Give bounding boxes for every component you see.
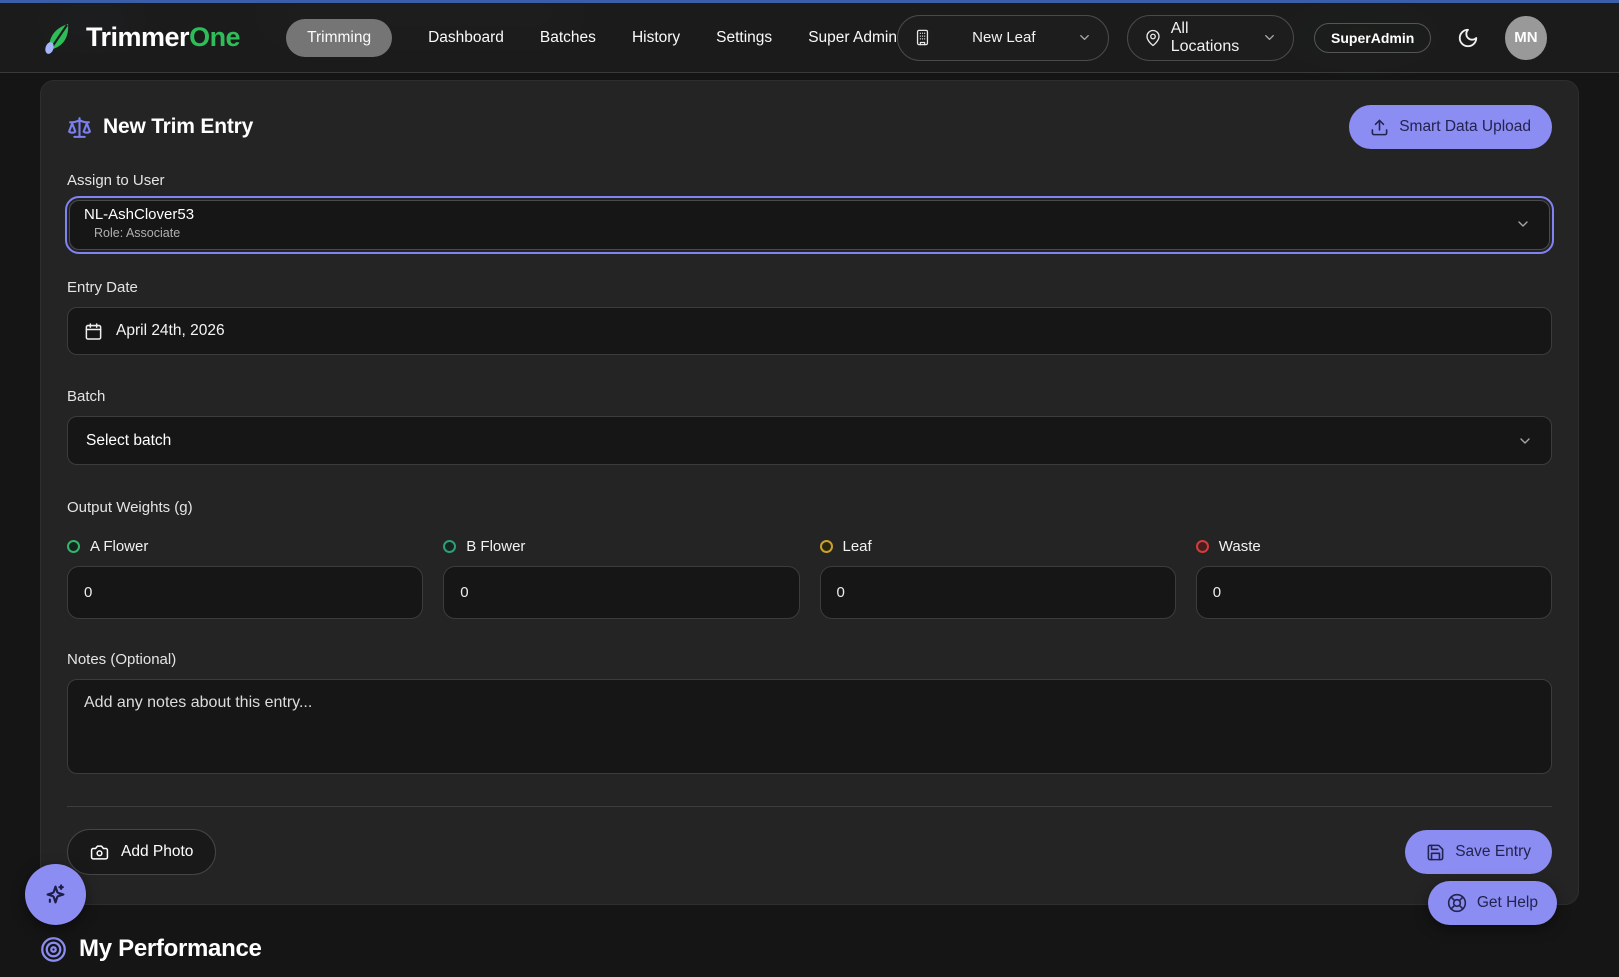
camera-icon xyxy=(90,843,109,862)
leaf-input[interactable] xyxy=(820,566,1176,619)
batch-label: Batch xyxy=(67,388,1552,405)
a-flower-label: A Flower xyxy=(90,538,148,555)
facility-select[interactable]: New Leaf xyxy=(897,15,1109,61)
save-icon xyxy=(1426,843,1445,862)
target-icon xyxy=(40,936,67,963)
facility-select-value: New Leaf xyxy=(931,29,1077,46)
upload-icon xyxy=(1370,118,1389,137)
weight-column-a-flower: A Flower xyxy=(67,538,423,619)
output-weights-grid: A Flower B Flower Leaf Waste xyxy=(67,538,1552,619)
assign-to-user-role: Role: Associate xyxy=(94,226,194,242)
weight-column-leaf: Leaf xyxy=(820,538,1176,619)
nav-item-super-admin[interactable]: Super Admin xyxy=(808,29,897,47)
role-badge: SuperAdmin xyxy=(1314,23,1431,53)
dark-mode-toggle[interactable] xyxy=(1457,27,1479,49)
entry-date-value: April 24th, 2026 xyxy=(116,322,225,340)
location-select-value: All Locations xyxy=(1171,20,1253,56)
save-entry-button[interactable]: Save Entry xyxy=(1405,830,1552,874)
calendar-icon xyxy=(84,322,103,341)
a-flower-input[interactable] xyxy=(67,566,423,619)
waste-dot-icon xyxy=(1196,540,1209,553)
building-icon xyxy=(914,29,931,46)
user-avatar[interactable]: MN xyxy=(1505,16,1546,60)
my-performance-section: My Performance xyxy=(40,935,1579,963)
brand-logo[interactable]: TrimmerOne xyxy=(40,19,240,57)
sparkles-icon xyxy=(42,881,69,908)
a-flower-dot-icon xyxy=(67,540,80,553)
waste-label: Waste xyxy=(1219,538,1261,555)
assign-to-user-label: Assign to User xyxy=(67,172,1552,189)
assign-to-user-select[interactable]: NL-AshClover53 Role: Associate xyxy=(69,200,1550,250)
leaf-logo-icon xyxy=(40,19,78,57)
ai-assistant-fab[interactable] xyxy=(25,864,86,925)
chevron-down-icon xyxy=(1077,30,1092,45)
my-performance-title: My Performance xyxy=(79,935,262,963)
batch-select-placeholder: Select batch xyxy=(86,432,171,450)
nav-item-batches[interactable]: Batches xyxy=(540,29,596,47)
scales-icon xyxy=(67,115,92,140)
footer-divider xyxy=(67,806,1552,807)
waste-input[interactable] xyxy=(1196,566,1552,619)
notes-textarea[interactable] xyxy=(67,679,1552,774)
output-weights-label: Output Weights (g) xyxy=(67,499,1552,516)
map-pin-icon xyxy=(1144,29,1162,47)
navbar: TrimmerOne Trimming Dashboard Batches Hi… xyxy=(0,0,1619,73)
nav-item-trimming[interactable]: Trimming xyxy=(286,19,392,57)
brand-name: TrimmerOne xyxy=(86,22,240,53)
navbar-right: New Leaf All Locations SuperAdmin xyxy=(897,15,1547,61)
b-flower-dot-icon xyxy=(443,540,456,553)
get-help-button[interactable]: Get Help xyxy=(1428,881,1557,925)
top-accent-bar xyxy=(0,0,1619,3)
location-select[interactable]: All Locations xyxy=(1127,15,1294,61)
add-photo-button[interactable]: Add Photo xyxy=(67,829,216,875)
entry-date-field[interactable]: April 24th, 2026 xyxy=(67,307,1552,355)
page-title: New Trim Entry xyxy=(103,115,253,139)
nav-item-history[interactable]: History xyxy=(632,29,680,47)
leaf-label: Leaf xyxy=(843,538,872,555)
lifebuoy-icon xyxy=(1447,893,1467,913)
leaf-dot-icon xyxy=(820,540,833,553)
nav-item-dashboard[interactable]: Dashboard xyxy=(428,29,504,47)
assign-to-user-value: NL-AshClover53 xyxy=(84,206,194,225)
b-flower-label: B Flower xyxy=(466,538,525,555)
chevron-down-icon xyxy=(1262,30,1277,45)
entry-date-label: Entry Date xyxy=(67,279,1552,296)
moon-icon xyxy=(1457,27,1479,49)
new-trim-entry-card: New Trim Entry Smart Data Upload Assign … xyxy=(40,80,1579,905)
chevron-down-icon xyxy=(1515,216,1531,232)
chevron-down-icon xyxy=(1517,433,1533,449)
card-header: New Trim Entry Smart Data Upload xyxy=(67,105,1552,149)
card-footer: Add Photo Save Entry xyxy=(67,829,1552,875)
notes-label: Notes (Optional) xyxy=(67,651,1552,668)
main-nav: Trimming Dashboard Batches History Setti… xyxy=(286,19,897,57)
nav-item-settings[interactable]: Settings xyxy=(716,29,772,47)
weight-column-waste: Waste xyxy=(1196,538,1552,619)
weight-column-b-flower: B Flower xyxy=(443,538,799,619)
b-flower-input[interactable] xyxy=(443,566,799,619)
smart-data-upload-button[interactable]: Smart Data Upload xyxy=(1349,105,1552,149)
batch-select[interactable]: Select batch xyxy=(67,416,1552,465)
